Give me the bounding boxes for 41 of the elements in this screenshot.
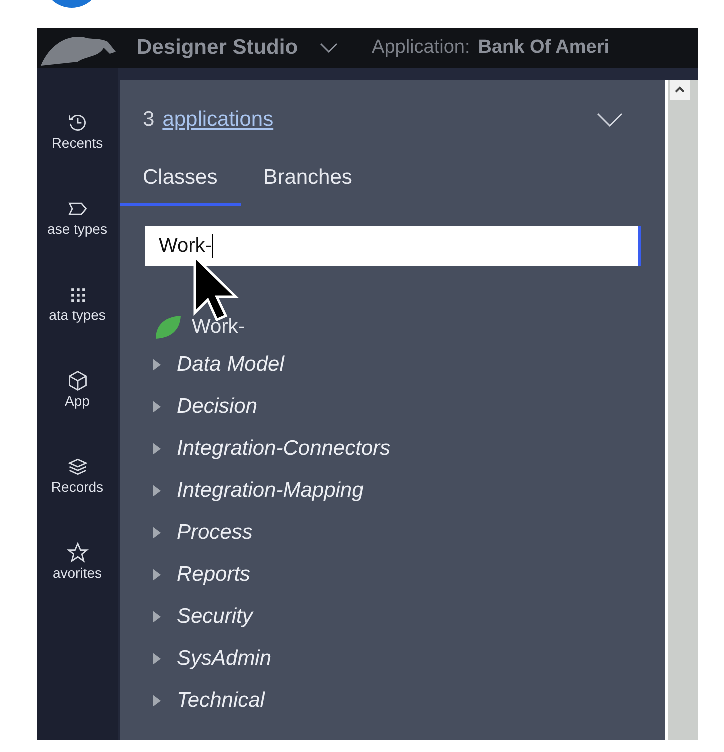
tab[interactable]: Branches (240, 162, 376, 206)
collapsed-arrow-icon[interactable] (153, 443, 161, 455)
tree-item[interactable]: Integration-Mapping (177, 478, 364, 504)
tree-item[interactable]: Process (177, 520, 253, 546)
tree-item[interactable]: Security (177, 604, 253, 630)
tree-item[interactable]: Decision (177, 394, 258, 420)
leaf-icon (154, 314, 182, 340)
tree-item[interactable]: Technical (177, 688, 265, 714)
application-count: 3 (143, 107, 155, 133)
cube-icon (66, 370, 88, 392)
tab[interactable]: Classes (120, 162, 241, 206)
applications-link[interactable]: applications (162, 104, 274, 136)
tree-root-label[interactable]: Work- (192, 312, 245, 342)
star-icon (66, 542, 88, 564)
nav-item[interactable]: ata types (37, 284, 118, 324)
collapsed-arrow-icon[interactable] (153, 359, 161, 371)
product-title: Designer Studio (137, 35, 298, 62)
collapsed-arrow-icon[interactable] (153, 527, 161, 539)
nav-item[interactable]: avorites (37, 542, 118, 582)
layers-icon (66, 456, 88, 478)
history-icon (66, 112, 88, 134)
chevron-down-icon[interactable] (320, 43, 338, 53)
application-label: Application: (372, 36, 470, 60)
tree-item[interactable]: Integration-Connectors (177, 436, 391, 462)
nav-item[interactable]: Recents (37, 112, 118, 152)
search-field[interactable]: Work- (145, 226, 641, 266)
scrollbar[interactable] (665, 80, 698, 740)
collapsed-arrow-icon[interactable] (153, 611, 161, 623)
tree-item[interactable]: Data Model (177, 352, 284, 378)
collapsed-arrow-icon[interactable] (153, 653, 161, 665)
application-name: Bank Of Ameri (478, 36, 610, 60)
collapsed-arrow-icon[interactable] (153, 569, 161, 581)
collapsed-arrow-icon[interactable] (153, 401, 161, 413)
scroll-up-icon[interactable] (670, 80, 690, 100)
tree-item[interactable]: Reports (177, 562, 251, 588)
nav-item[interactable]: App (37, 370, 118, 410)
tree-item[interactable]: SysAdmin (177, 646, 272, 672)
nav-item[interactable]: ase types (37, 198, 118, 238)
nav-item[interactable]: Records (37, 456, 118, 496)
collapsed-arrow-icon[interactable] (153, 485, 161, 497)
collapsed-arrow-icon[interactable] (153, 695, 161, 707)
